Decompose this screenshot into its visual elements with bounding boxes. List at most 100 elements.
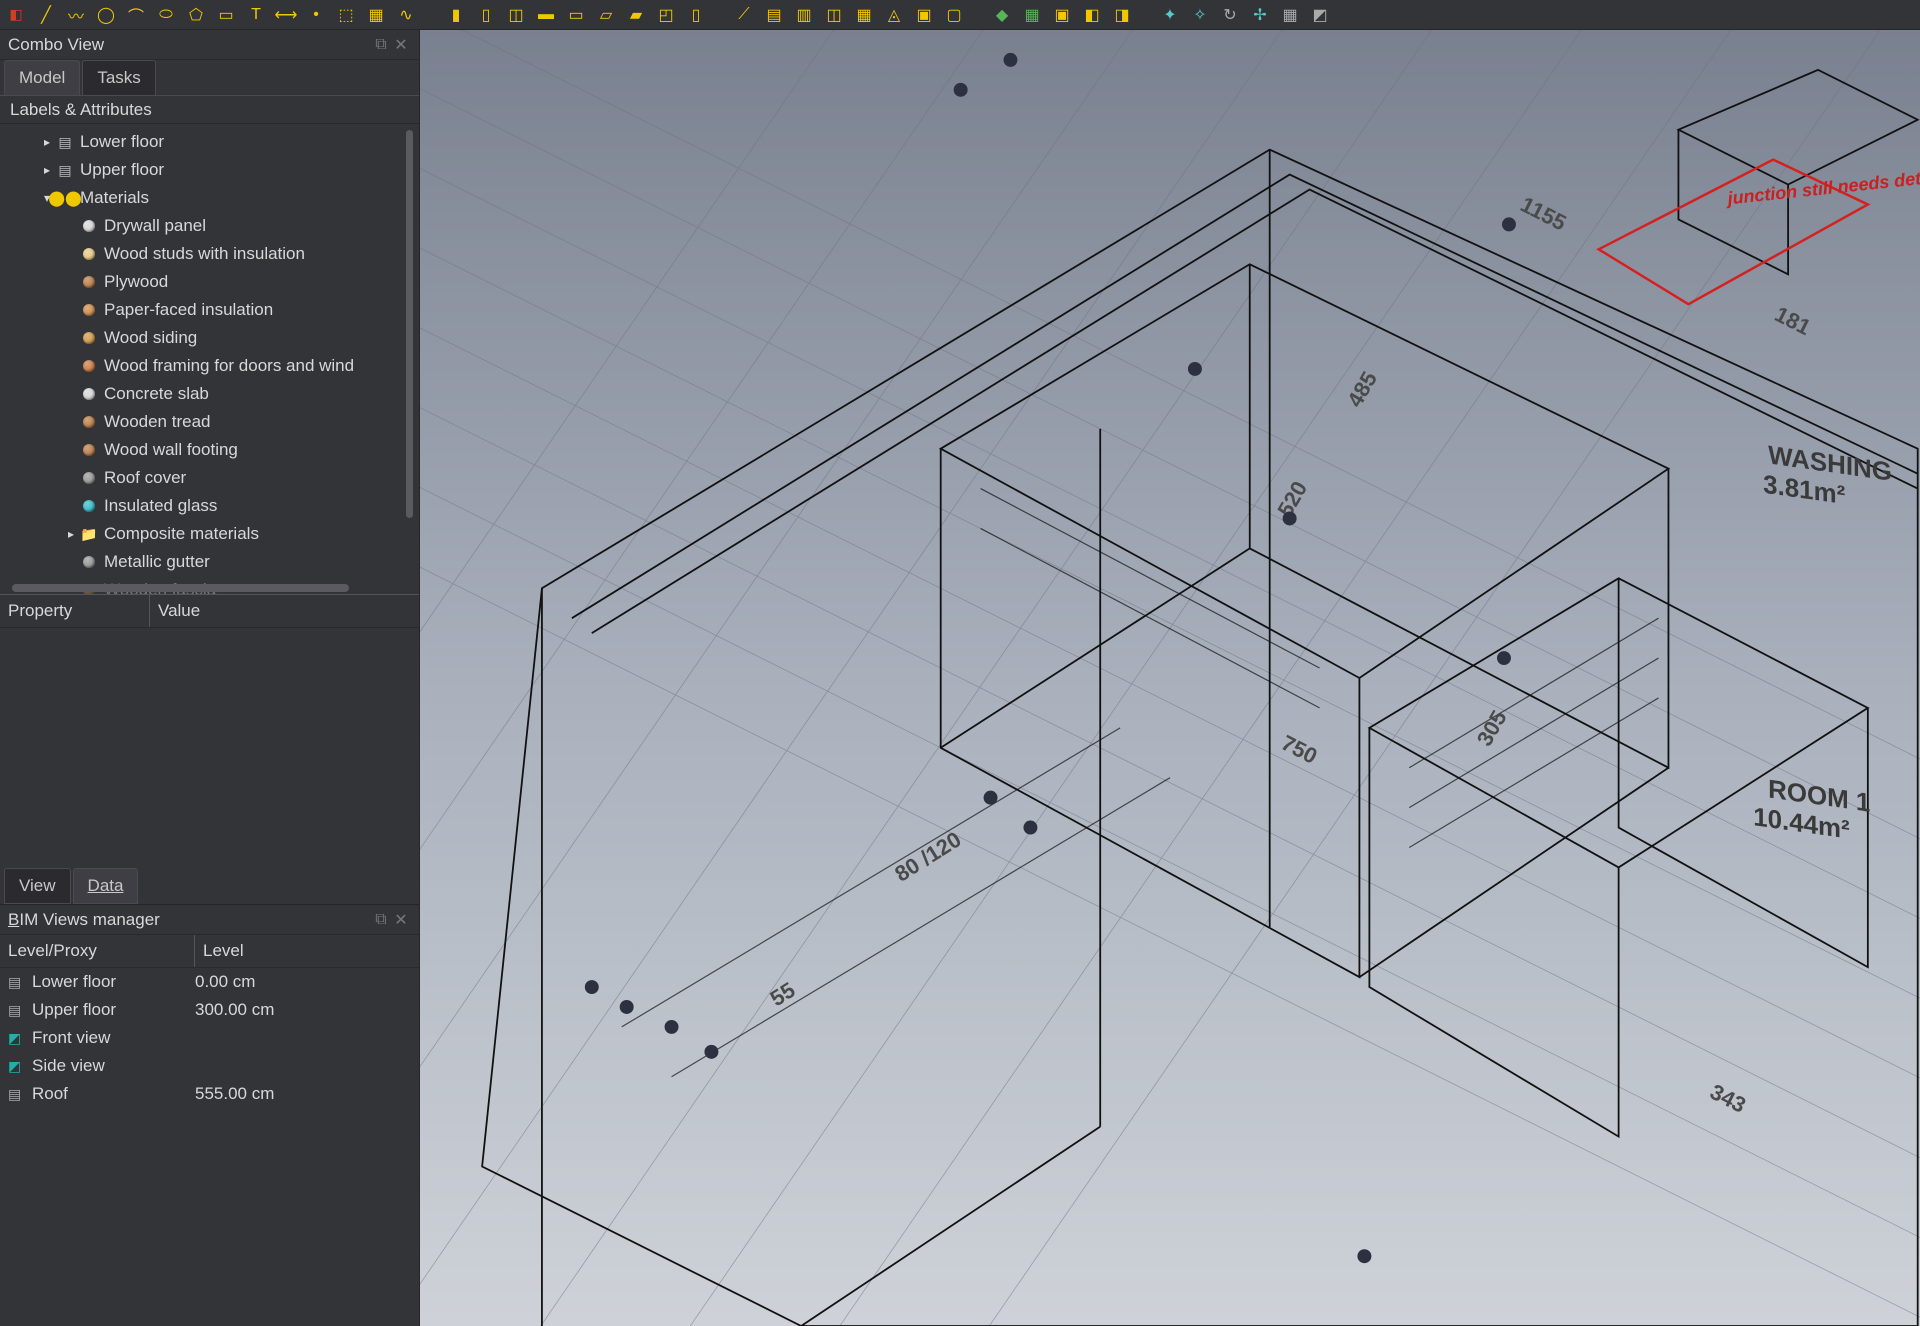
section-plane-icon[interactable]: ◨: [1112, 5, 1132, 25]
tree-node-material[interactable]: •Wood wall footing: [0, 436, 419, 464]
pipe-tool-icon[interactable]: ⟋: [734, 5, 754, 25]
vertical-scrollbar[interactable]: [406, 130, 413, 518]
polygon-tool-icon[interactable]: ⬠: [186, 5, 206, 25]
property-table: Property Value: [0, 594, 419, 868]
door-tool-icon[interactable]: ▯: [686, 5, 706, 25]
window-tool-icon[interactable]: ◰: [656, 5, 676, 25]
grid-toggle-icon[interactable]: ▦: [1280, 5, 1300, 25]
view-icon: ◩: [8, 1030, 24, 1046]
tree-node-material[interactable]: •Concrete slab: [0, 380, 419, 408]
tree-node-material[interactable]: •Insulated glass: [0, 492, 419, 520]
workplane-icon[interactable]: ◩: [1310, 5, 1330, 25]
line-tool-icon[interactable]: ╱: [36, 5, 56, 25]
polyline-tool-icon[interactable]: 〰: [66, 5, 86, 25]
dim-label: 55: [766, 977, 800, 1011]
tree-node-material[interactable]: •Wood siding: [0, 324, 419, 352]
app-icon[interactable]: ◧: [6, 5, 26, 25]
property-table-body: [0, 628, 419, 868]
tree-node-material[interactable]: •Wood studs with insulation: [0, 240, 419, 268]
tree-node-material[interactable]: •Metallic gutter: [0, 548, 419, 576]
beam-tool-icon[interactable]: ▭: [566, 5, 586, 25]
shape-tool-icon[interactable]: ⬚: [336, 5, 356, 25]
bim-proxy: Side view: [32, 1056, 105, 1076]
column-tool-icon[interactable]: ▬: [536, 5, 556, 25]
view-icon: ◩: [8, 1058, 24, 1074]
close-icon[interactable]: ✕: [391, 910, 411, 930]
tree-node-material[interactable]: •Wooden tread: [0, 408, 419, 436]
point-tool-icon[interactable]: •: [306, 5, 326, 25]
arc-tool-icon[interactable]: ⌒: [126, 5, 146, 25]
dim-label: 343: [1706, 1079, 1750, 1118]
tree-label: Roof cover: [104, 468, 186, 488]
bim-proxy: Lower floor: [32, 972, 116, 992]
toolbar-group-draw: ◧ ╱ 〰 ◯ ⌒ ⬭ ⬠ ▭ T ⟷ • ⬚ ▦ ∿: [6, 5, 434, 25]
tree-node-material[interactable]: •Wood framing for doors and wind: [0, 352, 419, 380]
dimension-tool-icon[interactable]: ⟷: [276, 5, 296, 25]
annotation: junction still needs detailed better…: [1599, 156, 1920, 304]
model-tree-scroll[interactable]: ▸▤ Lower floor ▸▤ Upper floor ▾⬤⬤ Materi…: [0, 124, 419, 594]
dock-icon[interactable]: ⧉: [371, 910, 391, 930]
combo-view-title: Combo View: [8, 35, 104, 55]
level-icon: ▤: [8, 1002, 24, 1018]
tab-tasks[interactable]: Tasks: [82, 60, 155, 95]
equipment-tool-icon[interactable]: ▣: [914, 5, 934, 25]
tab-view[interactable]: View: [4, 868, 71, 904]
fence-tool-icon[interactable]: ▦: [854, 5, 874, 25]
frame-tool-icon[interactable]: ◫: [824, 5, 844, 25]
tree-node-material[interactable]: •Roof cover: [0, 464, 419, 492]
dim-label: 181: [1771, 301, 1815, 340]
tree-node-material[interactable]: •Plywood: [0, 268, 419, 296]
bim-row[interactable]: ▤Roof555.00 cm: [0, 1080, 419, 1108]
slab-tool-icon[interactable]: ▱: [596, 5, 616, 25]
tree-label: Paper-faced insulation: [104, 300, 273, 320]
ellipse-tool-icon[interactable]: ⬭: [156, 5, 176, 25]
snap-center-icon[interactable]: ↻: [1220, 5, 1240, 25]
bim-level: 300.00 cm: [195, 1000, 419, 1020]
tree-node-material[interactable]: •Paper-faced insulation: [0, 296, 419, 324]
bim-row[interactable]: ◩ Side view: [0, 1052, 419, 1080]
bim-proxy: Front view: [32, 1028, 110, 1048]
tree-node-materials[interactable]: ▾⬤⬤ Materials: [0, 184, 419, 212]
snap-angle-icon[interactable]: ✢: [1250, 5, 1270, 25]
bim-row[interactable]: ▤Upper floor300.00 cm: [0, 996, 419, 1024]
rebar-tool-icon[interactable]: ◫: [506, 5, 526, 25]
tab-model[interactable]: Model: [4, 60, 80, 95]
profile-tool-icon[interactable]: ▢: [944, 5, 964, 25]
dock-icon[interactable]: ⧉: [371, 35, 391, 55]
snap-endpoint-icon[interactable]: ✦: [1160, 5, 1180, 25]
schedule-tool-icon[interactable]: ▦: [1022, 5, 1042, 25]
tree-node-material[interactable]: •Drywall panel: [0, 212, 419, 240]
tab-data[interactable]: Data: [73, 868, 139, 904]
wall-tool-icon[interactable]: ▮: [446, 5, 466, 25]
tree-label: Lower floor: [80, 132, 164, 152]
bspline-tool-icon[interactable]: ∿: [396, 5, 416, 25]
facebinder-tool-icon[interactable]: ▦: [366, 5, 386, 25]
horizontal-scrollbar[interactable]: [12, 584, 349, 592]
folder-icon: 📁: [80, 525, 98, 543]
bim-row[interactable]: ▤Lower floor0.00 cm: [0, 968, 419, 996]
tree-label: Composite materials: [104, 524, 259, 544]
tree-label: Metallic gutter: [104, 552, 210, 572]
material-sphere-icon: [83, 276, 95, 288]
library-tool-icon[interactable]: ▣: [1052, 5, 1072, 25]
tree-node-composite[interactable]: ▸📁 Composite materials: [0, 520, 419, 548]
roof-tool-icon[interactable]: ▰: [626, 5, 646, 25]
property-table-header: Property Value: [0, 595, 419, 628]
close-icon[interactable]: ✕: [391, 35, 411, 55]
rectangle-tool-icon[interactable]: ▭: [216, 5, 236, 25]
tree-node-lower-floor[interactable]: ▸▤ Lower floor: [0, 128, 419, 156]
structure-tool-icon[interactable]: ▯: [476, 5, 496, 25]
snap-midpoint-icon[interactable]: ✧: [1190, 5, 1210, 25]
circle-tool-icon[interactable]: ◯: [96, 5, 116, 25]
axis-tool-icon[interactable]: ◧: [1082, 5, 1102, 25]
stairs-tool-icon[interactable]: ▤: [764, 5, 784, 25]
dim-label: 1155: [1517, 192, 1571, 236]
col-level: Level: [195, 935, 419, 967]
bim-row[interactable]: ◩ Front view: [0, 1024, 419, 1052]
material-tool-icon[interactable]: ◆: [992, 5, 1012, 25]
truss-tool-icon[interactable]: ◬: [884, 5, 904, 25]
panel-tool-icon[interactable]: ▥: [794, 5, 814, 25]
tree-node-upper-floor[interactable]: ▸▤ Upper floor: [0, 156, 419, 184]
viewport-3d[interactable]: 55 80 /120 181 305 343 485 520 750 1155 …: [420, 30, 1920, 1326]
text-tool-icon[interactable]: T: [246, 5, 266, 25]
